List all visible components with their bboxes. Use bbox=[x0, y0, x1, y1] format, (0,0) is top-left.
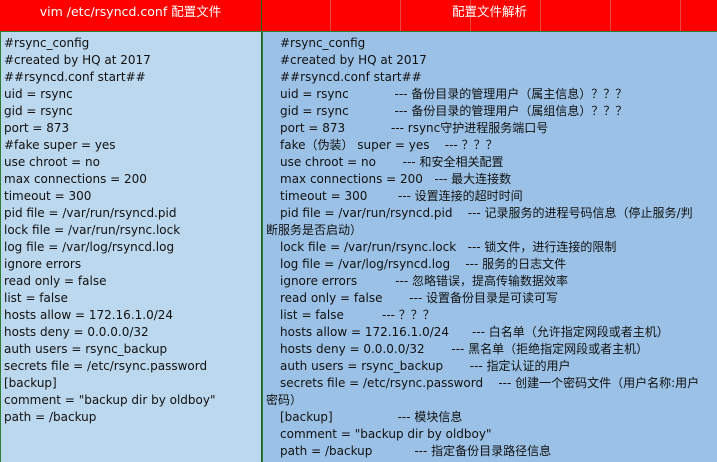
explanation-lines: #rsync_config #created by HQ at 2017 ##rsy… bbox=[263, 35, 717, 460]
header-gridline bbox=[680, 0, 681, 31]
explanation-line: fake（伪装） super = yes --- ？？？ bbox=[280, 138, 498, 152]
explanation-line: auth users = rsync_backup --- 指定认证的用户 bbox=[280, 359, 571, 373]
config-line: path = /backup bbox=[4, 410, 97, 424]
config-line: timeout = 300 bbox=[4, 189, 92, 203]
config-lines: #rsync_config #created by HQ at 2017 ##rsy… bbox=[1, 35, 261, 426]
config-line: lock file = /var/run/rsync.lock bbox=[4, 223, 181, 237]
explanation-line: log file = /var/log/rsyncd.log --- 服务的日志… bbox=[280, 257, 567, 271]
config-line: #rsync_config bbox=[4, 36, 90, 50]
header-gridline bbox=[610, 0, 611, 31]
config-line: hosts allow = 172.16.1.0/24 bbox=[4, 308, 174, 322]
config-line: #fake super = yes bbox=[4, 138, 116, 152]
column-divider bbox=[261, 0, 262, 462]
explanation-line: hosts allow = 172.16.1.0/24 --- 白名单（允许指定… bbox=[280, 325, 669, 339]
explanation-line: pid file = /var/run/rsyncd.pid --- 记录服务的… bbox=[280, 206, 693, 220]
config-line: hosts deny = 0.0.0.0/32 bbox=[4, 325, 149, 339]
config-line: secrets file = /etc/rsync.password bbox=[4, 359, 208, 373]
explanation-line: read only = false --- 设置备份目录是可读可写 bbox=[280, 291, 558, 305]
header-gridline bbox=[540, 0, 541, 31]
explanation-line: #created by HQ at 2017 bbox=[280, 53, 427, 67]
spreadsheet-view: vim /etc/rsyncd.conf 配置文件 配置文件解析 #rsync_… bbox=[0, 0, 717, 462]
config-explanation-cell[interactable]: #rsync_config #created by HQ at 2017 ##rsy… bbox=[262, 31, 717, 462]
config-line: uid = rsync bbox=[4, 87, 73, 101]
config-line: auth users = rsync_backup bbox=[4, 342, 168, 356]
header-gridline bbox=[400, 0, 401, 31]
config-line: ##rsyncd.conf start## bbox=[4, 70, 146, 84]
explanation-line: comment = "backup dir by oldboy" bbox=[280, 427, 492, 441]
config-line: read only = false bbox=[4, 274, 107, 288]
explanation-line: ##rsyncd.conf start## bbox=[280, 70, 422, 84]
header-gridline bbox=[470, 0, 471, 31]
explanation-line: path = /backup --- 指定备份目录路径信息 bbox=[280, 444, 552, 458]
explanation-line: port = 873 --- rsync守护进程服务端口号 bbox=[280, 121, 549, 135]
explanation-line: 密码） bbox=[266, 393, 303, 407]
explanation-line: hosts deny = 0.0.0.0/32 --- 黑名单（拒绝指定网段或者… bbox=[280, 342, 649, 356]
config-line: port = 873 bbox=[4, 121, 70, 135]
header-gridline bbox=[330, 0, 331, 31]
explanation-line: gid = rsync --- 备份目录的管理用户（属组信息）？？？ bbox=[280, 104, 628, 118]
config-line: ignore errors bbox=[4, 257, 82, 271]
left-header-cell[interactable]: vim /etc/rsyncd.conf 配置文件 bbox=[0, 0, 262, 31]
explanation-line: secrets file = /etc/rsync.password --- 创… bbox=[280, 376, 700, 390]
explanation-line: #rsync_config bbox=[280, 36, 366, 50]
explanation-line: timeout = 300 --- 设置连接的超时时间 bbox=[280, 189, 523, 203]
explanation-line: 断服务是否启动） bbox=[266, 223, 363, 237]
config-file-cell[interactable]: #rsync_config #created by HQ at 2017 ##rsy… bbox=[0, 31, 261, 462]
explanation-line: lock file = /var/run/rsync.lock --- 锁文件，… bbox=[280, 240, 617, 254]
config-line: gid = rsync bbox=[4, 104, 73, 118]
config-line: [backup] bbox=[4, 376, 57, 390]
explanation-line: uid = rsync --- 备份目录的管理用户（属主信息）？？？ bbox=[280, 87, 628, 101]
config-line: log file = /var/log/rsyncd.log bbox=[4, 240, 175, 254]
config-line: pid file = /var/run/rsyncd.pid bbox=[4, 206, 177, 220]
explanation-line: max connections = 200 --- 最大连接数 bbox=[280, 172, 512, 186]
explanation-line: use chroot = no --- 和安全相关配置 bbox=[280, 155, 504, 169]
config-line: use chroot = no bbox=[4, 155, 100, 169]
right-header-label: 配置文件解析 bbox=[451, 4, 527, 19]
config-line: list = false bbox=[4, 291, 68, 305]
config-line: comment = "backup dir by oldboy" bbox=[4, 393, 216, 407]
config-line: #created by HQ at 2017 bbox=[4, 53, 151, 67]
explanation-line: list = false --- ？？？ bbox=[280, 308, 435, 322]
explanation-line: [backup] --- 模块信息 bbox=[280, 410, 463, 424]
config-line: max connections = 200 bbox=[4, 172, 147, 186]
left-header-label: vim /etc/rsyncd.conf 配置文件 bbox=[39, 4, 222, 19]
explanation-line: ignore errors --- 忽略错误，提高传输数据效率 bbox=[280, 274, 569, 288]
